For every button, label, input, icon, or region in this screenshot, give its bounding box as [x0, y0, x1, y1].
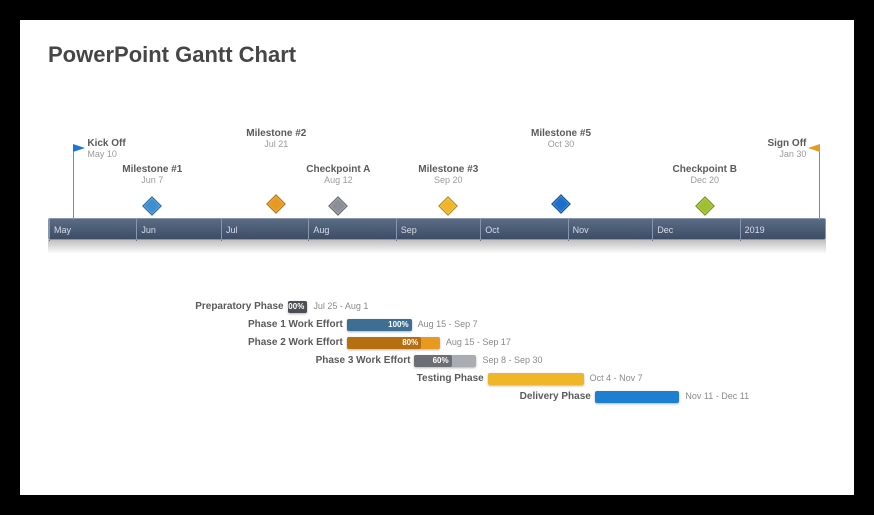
- axis-tick: Jun: [136, 219, 156, 241]
- milestone-label: Milestone #5: [506, 128, 616, 139]
- milestone: Milestone #3Sep 20: [393, 164, 503, 213]
- task-rows: Preparatory Phase100%Jul 25 - Aug 1Phase…: [48, 300, 826, 408]
- diamond-icon: [142, 196, 162, 216]
- milestone-date: Oct 30: [506, 139, 616, 149]
- flag-pole: [73, 148, 74, 220]
- axis-tick: 2019: [740, 219, 765, 241]
- axis-tick: May: [49, 219, 71, 241]
- milestone: Milestone #1Jun 7: [97, 164, 207, 213]
- milestone-label: Kick Off: [87, 138, 125, 149]
- milestone-label: Checkpoint B: [650, 164, 760, 175]
- axis-tick: Sep: [396, 219, 417, 241]
- task-bar: 60%: [414, 355, 476, 367]
- milestone: Checkpoint AAug 12: [283, 164, 393, 213]
- flag-text: Sign OffJan 30: [767, 138, 806, 159]
- task-bar: [488, 373, 584, 385]
- timeline: MayJunJulAugSepOctNovDec2019 Kick OffMay…: [48, 128, 826, 258]
- flag-icon: [806, 144, 820, 156]
- axis-tick: Oct: [480, 219, 499, 241]
- task-bar: [595, 391, 680, 403]
- task-label: Phase 3 Work Effort: [48, 355, 410, 366]
- milestone-date: Dec 20: [650, 175, 760, 185]
- task-row: Preparatory Phase100%Jul 25 - Aug 1: [48, 300, 826, 318]
- milestone-date: Jul 21: [221, 139, 331, 149]
- milestone: Checkpoint BDec 20: [650, 164, 760, 213]
- axis-shadow: [48, 240, 826, 254]
- milestone-date: Jan 30: [767, 149, 806, 159]
- flag-icon: [73, 144, 87, 156]
- diamond-icon: [695, 196, 715, 216]
- axis-tick: Jul: [221, 219, 238, 241]
- task-bar: 100%: [288, 301, 308, 313]
- task-bar: 100%: [347, 319, 412, 331]
- axis-tick: Aug: [308, 219, 329, 241]
- task-progress: 80%: [347, 337, 421, 349]
- task-dates: Sep 8 - Sep 30: [482, 355, 542, 365]
- task-row: Phase 1 Work Effort 100% Aug 15 - Sep 7: [48, 318, 826, 336]
- task-dates: Oct 4 - Nov 7: [590, 373, 643, 383]
- milestone: Milestone #5Oct 30: [506, 128, 616, 211]
- axis-tick: Dec: [652, 219, 673, 241]
- milestone-date: May 10: [87, 149, 125, 159]
- task-label: Delivery Phase: [48, 391, 591, 402]
- page-title: PowerPoint Gantt Chart: [48, 42, 826, 68]
- timeline-axis: May Jun Jul Aug Sep Oct Nov Dec 2019: [48, 218, 826, 240]
- task-bar: 80%: [347, 337, 440, 349]
- task-label: Phase 1 Work Effort: [48, 319, 343, 330]
- task-dates: Aug 15 - Sep 7: [418, 319, 478, 329]
- task-percent: 80%: [402, 338, 418, 347]
- task-label: Testing Phase: [48, 373, 484, 384]
- diamond-icon: [438, 196, 458, 216]
- milestone-date: Aug 12: [283, 175, 393, 185]
- task-label: Phase 2 Work Effort: [48, 337, 343, 348]
- task-percent: 100%: [284, 302, 304, 311]
- task-dates: Nov 11 - Dec 11: [685, 391, 749, 401]
- task-percent: 100%: [388, 320, 408, 329]
- task-percent: 60%: [433, 356, 449, 365]
- task-progress: 100%: [347, 319, 412, 331]
- flag-text: Kick OffMay 10: [87, 138, 125, 159]
- task-progress: 100%: [288, 301, 308, 313]
- task-dates: Jul 25 - Aug 1: [313, 301, 368, 311]
- milestone-label: Checkpoint A: [283, 164, 393, 175]
- diamond-icon: [551, 194, 571, 214]
- flag-pole: [819, 148, 820, 220]
- milestone-label: Milestone #2: [221, 128, 331, 139]
- task-row: Phase 2 Work Effort 80% Aug 15 - Sep 17: [48, 336, 826, 354]
- task-row: Phase 3 Work Effort 60% Sep 8 - Sep 30: [48, 354, 826, 372]
- diamond-icon: [328, 196, 348, 216]
- milestone-date: Jun 7: [97, 175, 207, 185]
- task-label: Preparatory Phase: [48, 301, 284, 312]
- task-dates: Aug 15 - Sep 17: [446, 337, 511, 347]
- task-progress: 60%: [414, 355, 451, 367]
- milestone-label: Milestone #3: [393, 164, 503, 175]
- task-row: Testing Phase Oct 4 - Nov 7: [48, 372, 826, 390]
- milestone-label: Milestone #1: [97, 164, 207, 175]
- task-row: Delivery Phase Nov 11 - Dec 11: [48, 390, 826, 408]
- milestone-label: Sign Off: [767, 138, 806, 149]
- axis-tick: Nov: [568, 219, 589, 241]
- milestone-date: Sep 20: [393, 175, 503, 185]
- slide: PowerPoint Gantt Chart May Jun Jul Aug Sep Oc…: [20, 20, 854, 495]
